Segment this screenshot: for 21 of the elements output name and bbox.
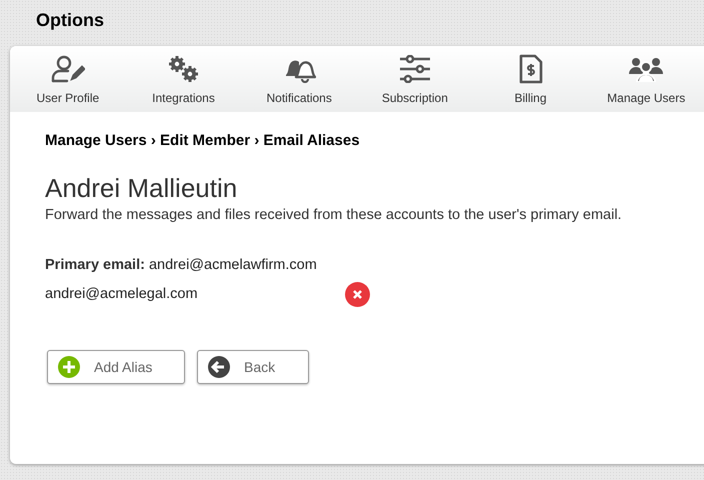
tab[interactable]: Manage Users: [588, 46, 704, 112]
users-icon: [628, 56, 664, 82]
tab[interactable]: Subscription: [357, 46, 473, 112]
back-button[interactable]: Back: [197, 350, 309, 384]
plus-icon: [58, 356, 80, 378]
tab[interactable]: User Profile: [10, 46, 126, 112]
member-name: Andrei Mallieutin: [45, 173, 238, 203]
sliders-icon: [398, 55, 432, 83]
gears-icon: [168, 55, 200, 83]
tab[interactable]: Notifications: [241, 46, 358, 112]
primary-email: Primary email: andrei@acmelawfirm.com: [45, 257, 318, 273]
alias-email: andrei@acmelegal.com: [45, 286, 199, 302]
user-edit-icon: [50, 55, 85, 83]
invoice-icon: [518, 54, 543, 84]
add-alias-button[interactable]: Add Alias: [47, 350, 185, 384]
tab[interactable]: Integrations: [126, 46, 242, 112]
remove-icon[interactable]: [345, 282, 370, 306]
description: Forward the messages and files received from these accounts to the user's primary email.: [45, 207, 623, 223]
breadcrumb: Manage Users › Edit Member › Email Aliases: [45, 132, 361, 149]
page-title: Options: [36, 9, 105, 31]
tab[interactable]: Billing: [472, 46, 588, 112]
